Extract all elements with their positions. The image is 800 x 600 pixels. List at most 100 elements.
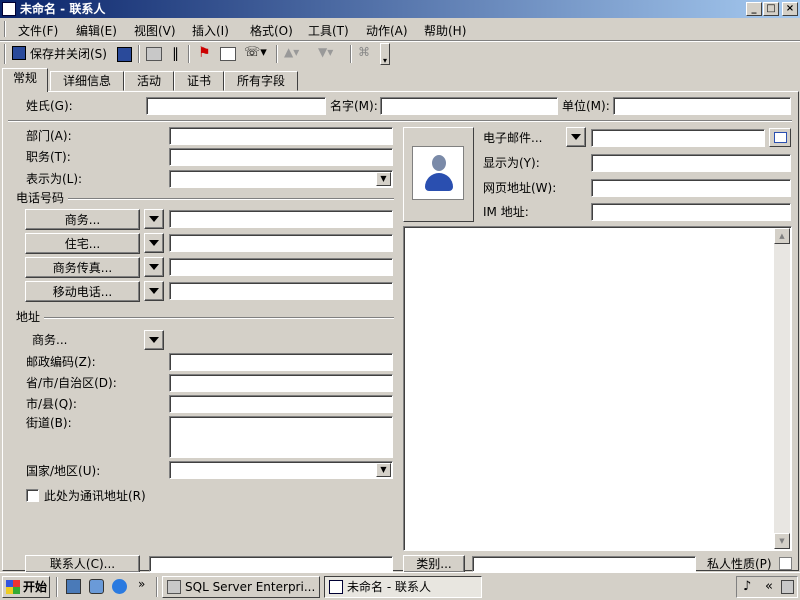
- business-phone-dropdown[interactable]: [144, 209, 164, 229]
- email-dropdown[interactable]: [566, 127, 586, 147]
- tab-certificates[interactable]: 证书: [174, 71, 224, 91]
- province-label: 省/市/自治区(D):: [26, 376, 117, 390]
- web-page-label: 网页地址(W):: [483, 181, 557, 195]
- tab-details[interactable]: 详细信息: [50, 71, 124, 91]
- business-fax-button[interactable]: 商务传真...: [25, 257, 140, 278]
- home-phone-input[interactable]: [169, 234, 393, 252]
- email-label[interactable]: 电子邮件...: [483, 131, 542, 145]
- menu-help[interactable]: 帮助(H): [424, 22, 466, 39]
- toolbar: 保存并关闭(S) ∥ ⚑ ☏▾ ▲▾ ▼▾ ⌘ ▾: [0, 41, 800, 67]
- mobile-phone-dropdown[interactable]: [144, 281, 164, 301]
- attach-icon[interactable]: ∥: [172, 46, 179, 62]
- volume-icon[interactable]: ♪: [743, 579, 751, 594]
- surname-label: 姓氏(G):: [26, 99, 73, 113]
- email-input[interactable]: [591, 129, 765, 147]
- menu-insert[interactable]: 插入(I): [192, 22, 229, 39]
- job-title-input[interactable]: [169, 148, 393, 166]
- menu-edit[interactable]: 编辑(E): [76, 22, 117, 39]
- scroll-down-arrow[interactable]: ▼: [774, 533, 790, 549]
- toolbar-overflow-icon[interactable]: ▾: [380, 43, 390, 65]
- department-input[interactable]: [169, 127, 393, 145]
- chevron-down-icon[interactable]: ▼: [376, 463, 391, 477]
- department-label: 部门(A):: [26, 129, 72, 143]
- mailing-address-checkbox[interactable]: [26, 489, 39, 502]
- menu-tools[interactable]: 工具(T): [308, 22, 349, 39]
- title-bar[interactable]: 未命名 - 联系人 _ □ ×: [0, 0, 800, 18]
- sql-server-icon: [167, 580, 181, 594]
- show-desktop-icon[interactable]: [66, 579, 81, 594]
- menu-format[interactable]: 格式(O): [250, 22, 293, 39]
- categories-input[interactable]: [472, 556, 696, 572]
- postal-code-input[interactable]: [169, 353, 393, 371]
- street-input[interactable]: [169, 416, 393, 458]
- chevron-down-icon[interactable]: ▼: [376, 172, 391, 186]
- display-as-select[interactable]: ▼: [169, 170, 393, 188]
- given-name-input[interactable]: [380, 97, 558, 115]
- notes-textarea[interactable]: ▲ ▼: [403, 226, 792, 551]
- city-label: 市/县(Q):: [26, 397, 77, 411]
- menu-view[interactable]: 视图(V): [134, 22, 176, 39]
- options-icon[interactable]: ⌘: [358, 45, 370, 59]
- task-sql-server[interactable]: SQL Server Enterpri...: [162, 576, 320, 598]
- internet-explorer-icon[interactable]: [112, 579, 127, 594]
- address-type-dropdown[interactable]: [144, 330, 164, 350]
- print-icon[interactable]: [146, 47, 162, 61]
- address-section-label: 地址: [16, 310, 41, 324]
- save-icon[interactable]: [117, 47, 132, 62]
- address-book-icon[interactable]: [769, 128, 791, 147]
- tab-general[interactable]: 常规: [2, 68, 48, 92]
- web-page-input[interactable]: [591, 179, 791, 197]
- menu-actions[interactable]: 动作(A): [366, 22, 408, 39]
- floppy-icon: [12, 46, 26, 60]
- contact-details-icon[interactable]: [220, 47, 236, 61]
- contacts-input[interactable]: [149, 556, 393, 572]
- business-phone-input[interactable]: [169, 210, 393, 228]
- notes-scrollbar[interactable]: ▲ ▼: [774, 228, 790, 549]
- actions-dropdown-icon[interactable]: ☏▾: [244, 45, 267, 60]
- business-phone-button[interactable]: 商务...: [25, 209, 140, 230]
- home-phone-button[interactable]: 住宅...: [25, 233, 140, 254]
- tab-activities[interactable]: 活动: [124, 71, 174, 91]
- street-label: 街道(B):: [26, 416, 72, 430]
- business-fax-dropdown[interactable]: [144, 257, 164, 277]
- save-close-button[interactable]: 保存并关闭(S): [10, 44, 110, 64]
- next-item-icon[interactable]: ▼▾: [318, 45, 333, 59]
- close-button[interactable]: ×: [782, 2, 798, 16]
- maximize-button[interactable]: □: [763, 2, 779, 16]
- scroll-up-arrow[interactable]: ▲: [774, 228, 790, 244]
- display-name-input[interactable]: [591, 154, 791, 172]
- mobile-phone-button[interactable]: 移动电话...: [25, 281, 140, 302]
- previous-item-icon[interactable]: ▲▾: [284, 45, 299, 59]
- province-input[interactable]: [169, 374, 393, 392]
- surname-input[interactable]: [146, 97, 326, 115]
- given-name-label: 名字(M):: [330, 99, 378, 113]
- minimize-button[interactable]: _: [746, 2, 762, 16]
- city-input[interactable]: [169, 395, 393, 413]
- home-phone-dropdown[interactable]: [144, 233, 164, 253]
- contact-card-icon: [329, 580, 343, 594]
- menu-bar: 文件(F) 编辑(E) 视图(V) 插入(I) 格式(O) 工具(T) 动作(A…: [0, 18, 800, 40]
- task-contact[interactable]: 未命名 - 联系人: [324, 576, 482, 598]
- contacts-button[interactable]: 联系人(C)...: [25, 555, 140, 573]
- network-icon[interactable]: [781, 580, 794, 594]
- flag-icon[interactable]: ⚑: [198, 45, 211, 61]
- quick-launch-overflow-icon[interactable]: »: [138, 577, 145, 591]
- contact-photo-button[interactable]: [403, 127, 474, 222]
- tray-expand-icon[interactable]: «: [765, 579, 773, 594]
- business-fax-input[interactable]: [169, 258, 393, 276]
- tab-all-fields[interactable]: 所有字段: [224, 71, 298, 91]
- menu-file[interactable]: 文件(F): [18, 22, 58, 39]
- address-type-label[interactable]: 商务...: [32, 333, 67, 347]
- postal-code-label: 邮政编码(Z):: [26, 355, 96, 369]
- person-avatar-icon: [425, 155, 453, 195]
- mobile-phone-input[interactable]: [169, 282, 393, 300]
- company-input[interactable]: [613, 97, 791, 115]
- country-label: 国家/地区(U):: [26, 464, 101, 478]
- private-checkbox[interactable]: [779, 557, 792, 570]
- start-button[interactable]: 开始: [2, 576, 50, 598]
- display-as-label: 表示为(L):: [26, 172, 83, 186]
- outlook-express-icon[interactable]: [89, 579, 104, 594]
- categories-button[interactable]: 类别...: [403, 555, 465, 573]
- im-address-input[interactable]: [591, 203, 791, 221]
- country-select[interactable]: ▼: [169, 461, 393, 479]
